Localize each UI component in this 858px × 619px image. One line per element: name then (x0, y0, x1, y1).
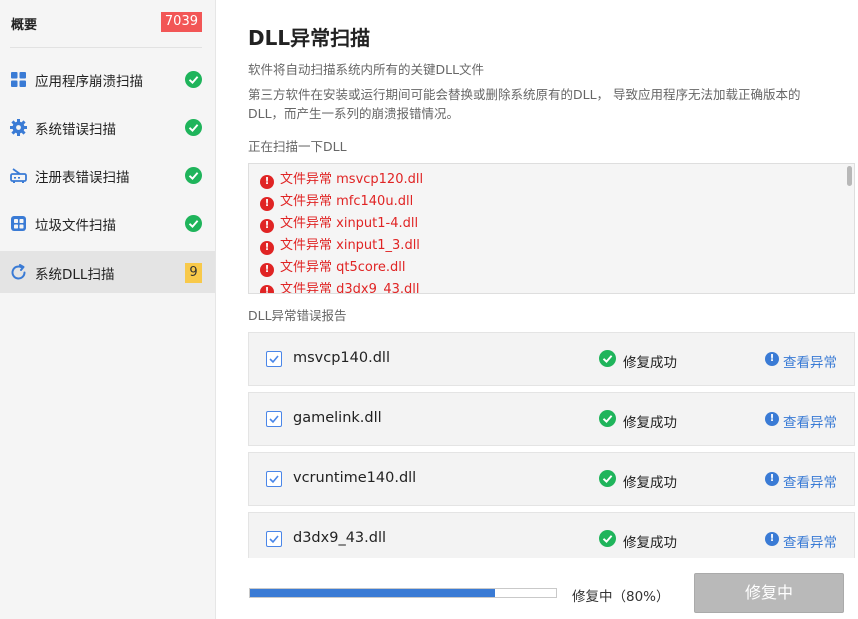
scan-log-item: ! 文件异常 d3dx9_43.dll (260, 279, 420, 293)
progress-fill (250, 589, 495, 597)
dll-filename: vcruntime140.dll (293, 470, 417, 486)
description-line-2: 第三方软件在安装或运行期间可能会替换或删除系统原有的DLL， 导致应用程序无法加… (248, 87, 801, 102)
dll-filename: msvcp140.dll (293, 350, 390, 366)
error-icon: ! (260, 219, 274, 233)
repair-button[interactable]: 修复中 (694, 573, 844, 613)
sidebar-item-dll-scan[interactable]: 系统DLL扫描 9 (0, 251, 215, 293)
info-icon: ! (765, 532, 779, 546)
view-exception-link[interactable]: 查看异常 (783, 531, 837, 551)
view-exception-link[interactable]: 查看异常 (783, 351, 837, 371)
gear-icon (10, 119, 27, 136)
sidebar-item-label: 系统错误扫描 (35, 122, 116, 138)
check-circle-icon (185, 71, 202, 88)
report-label: DLL异常错误报告 (248, 308, 347, 323)
repair-status: 修复成功 (623, 355, 677, 371)
scan-log-scrollbar[interactable] (847, 166, 852, 186)
check-circle-icon (185, 119, 202, 136)
info-icon: ! (765, 472, 779, 486)
check-circle-icon (185, 167, 202, 184)
view-exception-link[interactable]: 查看异常 (783, 411, 837, 431)
repair-status: 修复成功 (623, 415, 677, 431)
sidebar-item-label: 系统DLL扫描 (35, 267, 115, 283)
view-exception-link[interactable]: 查看异常 (783, 471, 837, 491)
scanning-label: 正在扫描一下DLL (248, 139, 347, 154)
error-icon: ! (260, 285, 274, 293)
trash-box-icon (11, 216, 26, 231)
issue-count-badge: 9 (185, 263, 202, 283)
overview-title: 概要 (11, 18, 38, 33)
check-circle-icon (599, 410, 616, 427)
checkmark-icon (269, 355, 279, 364)
scan-log-item: ! 文件异常 qt5core.dll (260, 257, 406, 279)
scan-log-item: ! 文件异常 msvcp120.dll (260, 169, 423, 191)
repair-progress-bar (249, 588, 557, 598)
router-icon (10, 168, 27, 183)
checkmark-icon (269, 415, 279, 424)
row-checkbox[interactable] (266, 351, 282, 367)
checkmark-icon (269, 475, 279, 484)
description-line-1: 软件将自动扫描系统内所有的关键DLL文件 (248, 62, 485, 77)
sidebar: 概要 7039 应用程序崩溃扫描 系统错误扫描 注册表错误扫描 垃圾文件扫描 系… (0, 0, 216, 619)
scan-log-item: ! 文件异常 xinput1-4.dll (260, 213, 418, 235)
refresh-icon (11, 264, 26, 280)
sidebar-header: 概要 7039 (10, 0, 202, 48)
report-list[interactable]: msvcp140.dll 修复成功 ! 查看异常 gamelink.dll 修复… (248, 332, 856, 558)
error-icon: ! (260, 241, 274, 255)
report-row: d3dx9_43.dll 修复成功 ! 查看异常 (248, 512, 855, 558)
page-title: DLL异常扫描 (248, 26, 371, 50)
row-checkbox[interactable] (266, 411, 282, 427)
report-row: msvcp140.dll 修复成功 ! 查看异常 (248, 332, 855, 386)
info-icon: ! (765, 352, 779, 366)
report-row: gamelink.dll 修复成功 ! 查看异常 (248, 392, 855, 446)
sidebar-item-junk-file-scan[interactable]: 垃圾文件扫描 (0, 202, 215, 244)
repair-status: 修复成功 (623, 535, 677, 551)
sidebar-item-app-crash-scan[interactable]: 应用程序崩溃扫描 (0, 58, 215, 100)
info-icon: ! (765, 412, 779, 426)
dll-filename: gamelink.dll (293, 410, 382, 426)
repair-status: 修复成功 (623, 475, 677, 491)
sidebar-item-label: 垃圾文件扫描 (35, 218, 116, 234)
scan-log-item: ! 文件异常 xinput1_3.dll (260, 235, 420, 257)
error-icon: ! (260, 197, 274, 211)
scan-log[interactable]: ! 文件异常 msvcp120.dll ! 文件异常 mfc140u.dll ! 文件… (248, 163, 855, 294)
checkmark-icon (269, 535, 279, 544)
description-line-3: DLL，而产生一系列的崩溃报错情况。 (248, 106, 460, 121)
scan-log-item: ! 文件异常 mfc140u.dll (260, 191, 413, 213)
report-row: vcruntime140.dll 修复成功 ! 查看异常 (248, 452, 855, 506)
check-circle-icon (599, 350, 616, 367)
progress-text: 修复中（80%） (572, 589, 670, 605)
check-circle-icon (599, 470, 616, 487)
row-checkbox[interactable] (266, 471, 282, 487)
error-icon: ! (260, 263, 274, 277)
dll-filename: d3dx9_43.dll (293, 530, 387, 546)
row-checkbox[interactable] (266, 531, 282, 547)
error-icon: ! (260, 175, 274, 189)
check-circle-icon (185, 215, 202, 232)
check-circle-icon (599, 530, 616, 547)
sidebar-item-label: 注册表错误扫描 (35, 170, 130, 186)
sidebar-item-label: 应用程序崩溃扫描 (35, 74, 143, 90)
sidebar-item-registry-scan[interactable]: 注册表错误扫描 (0, 154, 215, 196)
grid-icon (11, 72, 26, 87)
sidebar-item-system-error-scan[interactable]: 系统错误扫描 (0, 106, 215, 148)
total-count-badge: 7039 (160, 12, 202, 32)
